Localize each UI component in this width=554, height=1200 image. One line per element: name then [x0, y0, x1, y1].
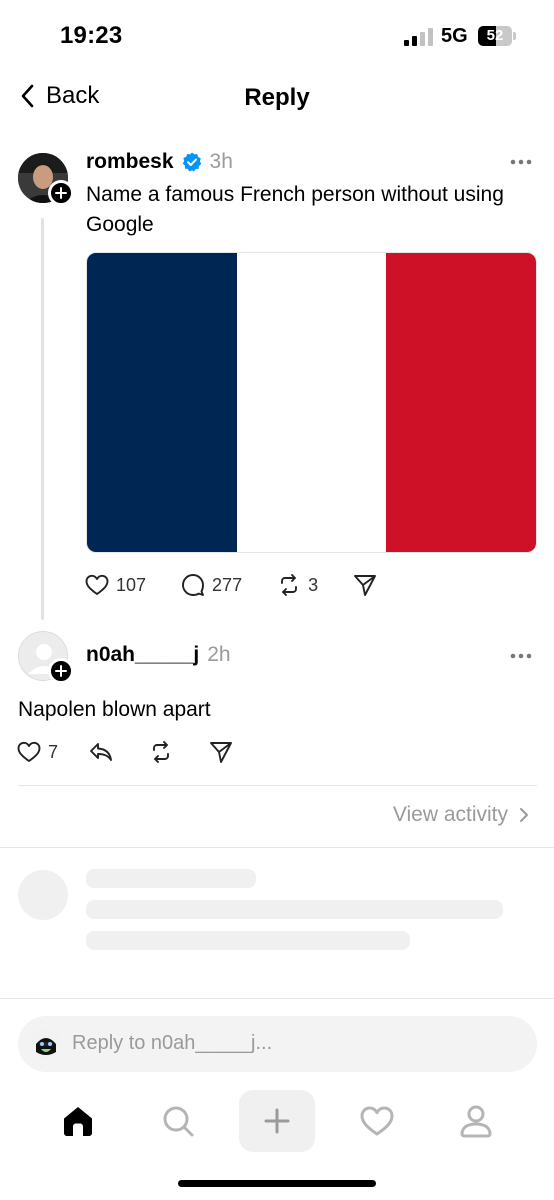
- post-username[interactable]: rombesk: [86, 150, 174, 174]
- post-image[interactable]: [86, 252, 537, 553]
- skeleton-line: [86, 931, 410, 950]
- skeleton-avatar: [18, 870, 68, 920]
- chevron-right-icon: [520, 808, 528, 822]
- home-indicator: [178, 1180, 376, 1187]
- repost-icon: [281, 574, 298, 596]
- skeleton-line: [86, 869, 256, 888]
- reply-like-count: 7: [48, 741, 59, 762]
- flag-stripe-blue: [87, 253, 237, 552]
- reply-reply-button[interactable]: [88, 739, 114, 765]
- reply-more-options-icon[interactable]: [509, 652, 533, 660]
- repost-count: 3: [308, 574, 319, 595]
- heart-icon: [17, 741, 41, 762]
- flag-stripe-red: [386, 253, 536, 552]
- view-activity-link[interactable]: View activity: [393, 803, 530, 827]
- battery-level: 52: [486, 27, 504, 44]
- section-divider: [0, 847, 554, 848]
- profile-icon: [460, 1105, 492, 1138]
- thread-line: [41, 218, 44, 620]
- reply-username[interactable]: n0ah_____j: [86, 643, 199, 667]
- like-button[interactable]: 107: [84, 572, 146, 598]
- reply-arrow-icon: [90, 743, 112, 761]
- skeleton-line: [86, 900, 503, 919]
- send-icon: [210, 742, 232, 763]
- tab-activity[interactable]: [339, 1090, 415, 1152]
- home-icon: [64, 1107, 92, 1136]
- post-header: rombesk 3h: [86, 150, 233, 174]
- like-count: 107: [116, 574, 147, 595]
- reply-header: n0ah_____j 2h: [86, 643, 231, 667]
- flag-stripe-white: [236, 253, 387, 552]
- cellular-signal-icon: [404, 28, 433, 46]
- follow-button[interactable]: [48, 180, 74, 206]
- reply-placeholder: Reply to n0ah_____j...: [72, 1032, 273, 1054]
- reply-share-button[interactable]: [208, 739, 234, 765]
- plus-icon: [55, 187, 67, 199]
- tab-profile[interactable]: [438, 1090, 514, 1152]
- repost-button[interactable]: 3: [276, 572, 318, 598]
- reply-text: Napolen blown apart: [18, 698, 211, 721]
- comment-count: 277: [212, 574, 243, 595]
- plus-icon: [264, 1108, 290, 1134]
- status-time: 19:23: [60, 22, 123, 49]
- post-time: 3h: [209, 150, 233, 173]
- my-avatar: [32, 1030, 60, 1058]
- battery-icon: 52: [478, 26, 516, 46]
- post-text: Name a famous French person without usin…: [86, 183, 504, 236]
- heart-icon: [360, 1106, 394, 1136]
- search-icon: [163, 1106, 194, 1137]
- plus-icon: [55, 665, 67, 677]
- network-type: 5G: [441, 25, 468, 47]
- repost-icon: [153, 741, 169, 763]
- reply-input[interactable]: Reply to n0ah_____j...: [18, 1016, 537, 1072]
- share-button[interactable]: [352, 572, 378, 598]
- reply-time: 2h: [207, 643, 231, 666]
- tab-home[interactable]: [40, 1090, 116, 1152]
- tab-search[interactable]: [140, 1090, 216, 1152]
- nav-bar: Back Reply: [0, 70, 554, 128]
- more-options-icon[interactable]: [509, 158, 533, 166]
- reply-actions: 7: [16, 739, 234, 765]
- reply-repost-button[interactable]: [148, 739, 174, 765]
- reply-like-button[interactable]: 7: [16, 739, 58, 765]
- post-actions: 107 277 3: [84, 572, 378, 598]
- send-icon: [354, 575, 377, 596]
- divider: [18, 785, 537, 786]
- comment-icon: [182, 574, 204, 596]
- tab-create[interactable]: [239, 1090, 315, 1152]
- comment-button[interactable]: 277: [180, 572, 242, 598]
- verified-badge-icon: [182, 152, 201, 172]
- heart-icon: [85, 574, 109, 595]
- page-title: Reply: [244, 84, 310, 111]
- status-bar: 19:23 5G 52: [0, 0, 554, 70]
- composer-divider: [0, 998, 554, 999]
- view-activity-label: View activity: [392, 803, 508, 826]
- tab-bar: [0, 1088, 554, 1158]
- reply-follow-button[interactable]: [48, 658, 74, 684]
